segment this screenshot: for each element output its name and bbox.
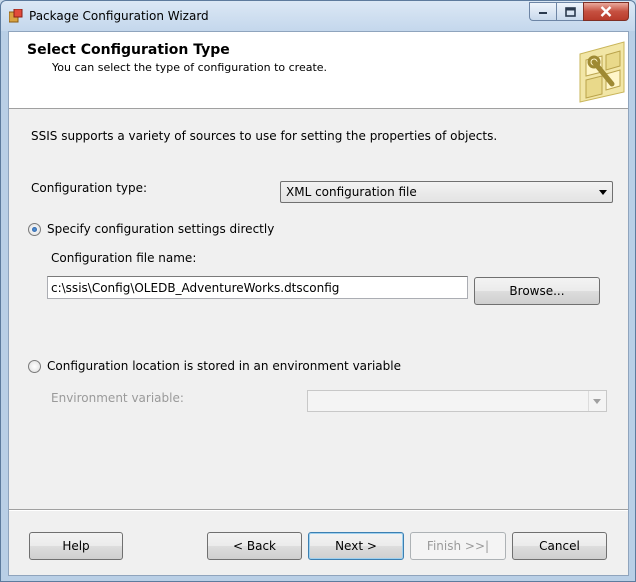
- browse-button[interactable]: Browse...: [474, 277, 600, 305]
- app-icon: [9, 9, 23, 23]
- radio-env-variable[interactable]: [28, 360, 41, 373]
- config-file-value: c:\ssis\Config\OLEDB_AdventureWorks.dtsc…: [51, 281, 340, 295]
- minimize-button[interactable]: [529, 2, 556, 21]
- next-button[interactable]: Next >: [308, 532, 404, 560]
- config-type-value: XML configuration file: [286, 185, 417, 199]
- radio-env-variable-label[interactable]: Configuration location is stored in an e…: [47, 359, 401, 373]
- env-variable-label: Environment variable:: [51, 391, 184, 405]
- wizard-header: Select Configuration Type You can select…: [9, 32, 628, 109]
- chevron-down-icon: [599, 190, 607, 195]
- close-button[interactable]: [583, 2, 629, 21]
- env-variable-select: [307, 390, 607, 412]
- window-title: Package Configuration Wizard: [29, 9, 209, 23]
- config-type-select[interactable]: XML configuration file: [280, 181, 613, 203]
- cancel-button[interactable]: Cancel: [512, 532, 607, 560]
- wizard-window: Package Configuration Wizard Select Conf…: [0, 0, 636, 582]
- close-icon: [600, 6, 612, 17]
- minimize-icon: [539, 11, 547, 14]
- radio-specify-directly[interactable]: [28, 223, 41, 236]
- page-subtitle: You can select the type of configuration…: [52, 61, 328, 74]
- finish-button: Finish >>|: [410, 532, 506, 560]
- radio-specify-directly-label[interactable]: Specify configuration settings directly: [47, 222, 274, 236]
- footer-divider-highlight: [9, 510, 628, 511]
- config-file-input[interactable]: c:\ssis\Config\OLEDB_AdventureWorks.dtsc…: [47, 276, 468, 299]
- config-type-label: Configuration type:: [31, 181, 147, 195]
- wizard-client-area: Select Configuration Type You can select…: [8, 31, 629, 576]
- description-text: SSIS supports a variety of sources to us…: [31, 129, 498, 143]
- config-file-label: Configuration file name:: [51, 251, 197, 265]
- title-bar[interactable]: Package Configuration Wizard: [1, 1, 635, 31]
- env-variable-arrow-box: [588, 391, 606, 411]
- config-type-label-text: Configuration type:: [31, 181, 148, 195]
- page-title: Select Configuration Type: [27, 42, 230, 58]
- back-button[interactable]: < Back: [207, 532, 302, 560]
- wizard-graphic-icon: [579, 41, 625, 103]
- maximize-button[interactable]: [556, 2, 583, 21]
- help-button[interactable]: Help: [29, 532, 123, 560]
- chevron-down-icon: [593, 399, 601, 404]
- maximize-icon: [564, 6, 576, 17]
